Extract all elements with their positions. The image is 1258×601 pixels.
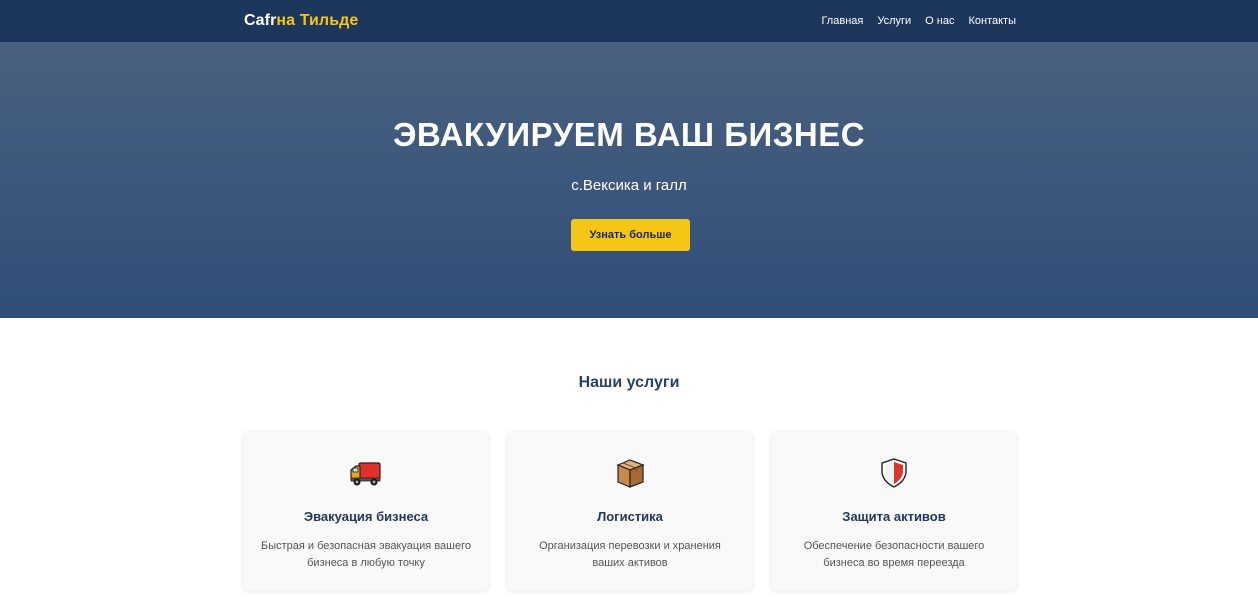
site-logo[interactable]: Cafrна Тильде	[244, 12, 358, 30]
header-inner: Cafrна Тильде Главная Услуги О нас Конта…	[244, 0, 1016, 42]
service-card-description: Организация перевозки и хранения ваших а…	[539, 540, 721, 569]
nav-link-home[interactable]: Главная	[821, 15, 863, 27]
service-card-title: Логистика	[597, 509, 663, 524]
service-card-title: Эвакуация бизнеса	[303, 509, 429, 524]
services-heading: Наши услуги	[578, 374, 680, 391]
learn-more-button[interactable]: Узнать больше	[571, 219, 690, 251]
nav-link-contacts[interactable]: Контакты	[968, 15, 1016, 27]
hero-subtitle: с.Вексика и галл	[571, 177, 687, 194]
service-card-description: Быстрая и безопасная эвакуация вашего би…	[261, 540, 471, 569]
service-card-description: Обеспечение безопасности вашего бизнеса …	[803, 540, 985, 569]
service-card-logistics[interactable]: Логистика Организация перевозки и хранен…	[508, 432, 752, 590]
site-header: Cafrна Тильде Главная Услуги О нас Конта…	[0, 0, 1258, 42]
service-card-evacuation[interactable]: Эвакуация бизнеса Быстрая и безопасная э…	[244, 432, 488, 590]
logo-text-main: Cafr	[244, 12, 277, 29]
truck-icon	[244, 456, 488, 490]
hero-section: ЭВАКУИРУЕМ ВАШ БИЗНЕС с.Вексика и галл У…	[0, 42, 1258, 318]
nav-link-about[interactable]: О нас	[925, 15, 954, 27]
logo-text-accent: на Тильде	[276, 12, 359, 29]
box-icon	[508, 456, 752, 490]
nav-link-services[interactable]: Услуги	[877, 15, 911, 27]
main-nav: Главная Услуги О нас Контакты	[821, 15, 1016, 27]
service-card-title: Защита активов	[842, 509, 946, 524]
shield-icon	[772, 456, 1016, 490]
service-card-asset-protection[interactable]: Защита активов Обеспечение безопасности …	[772, 432, 1016, 590]
hero-title: ЭВАКУИРУЕМ ВАШ БИЗНЕС	[392, 116, 866, 153]
